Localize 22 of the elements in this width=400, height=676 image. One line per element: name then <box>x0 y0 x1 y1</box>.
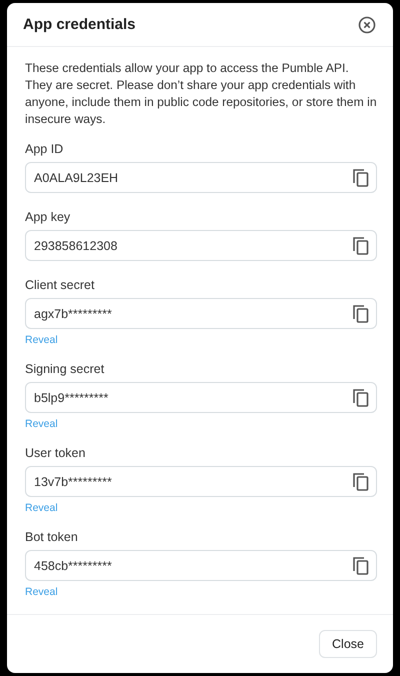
copy-icon[interactable] <box>352 556 370 576</box>
credential-field[interactable]: 13v7b********* <box>25 466 377 498</box>
copy-icon[interactable] <box>352 236 370 256</box>
field-label: User token <box>25 446 86 460</box>
credential-field[interactable]: 458cb********* <box>25 550 377 582</box>
copy-icon[interactable] <box>352 168 370 188</box>
description-text: These credentials allow your app to access the Pumble API. They are secret. Please don’t share your app credentials with anyone, include them in public code repositories, or store them in insecure ways. <box>25 60 377 128</box>
credential-field[interactable]: A0ALA9L23EH <box>25 162 377 194</box>
copy-icon[interactable] <box>352 304 370 324</box>
copy-icon[interactable] <box>352 388 370 408</box>
close-icon[interactable] <box>358 16 376 34</box>
dialog-title: App credentials <box>23 16 136 34</box>
field-label: Signing secret <box>25 362 106 376</box>
credential-field[interactable]: agx7b********* <box>25 298 377 330</box>
close-button[interactable]: Close <box>319 630 377 658</box>
field-label: Bot token <box>25 530 79 544</box>
field-label: App ID <box>25 142 64 156</box>
field-label: Client secret <box>25 278 96 292</box>
credential-field[interactable]: 293858612308 <box>25 230 377 262</box>
copy-icon[interactable] <box>352 472 370 492</box>
field-label: App key <box>25 210 72 224</box>
credential-field[interactable]: b5lp9********* <box>25 382 377 414</box>
